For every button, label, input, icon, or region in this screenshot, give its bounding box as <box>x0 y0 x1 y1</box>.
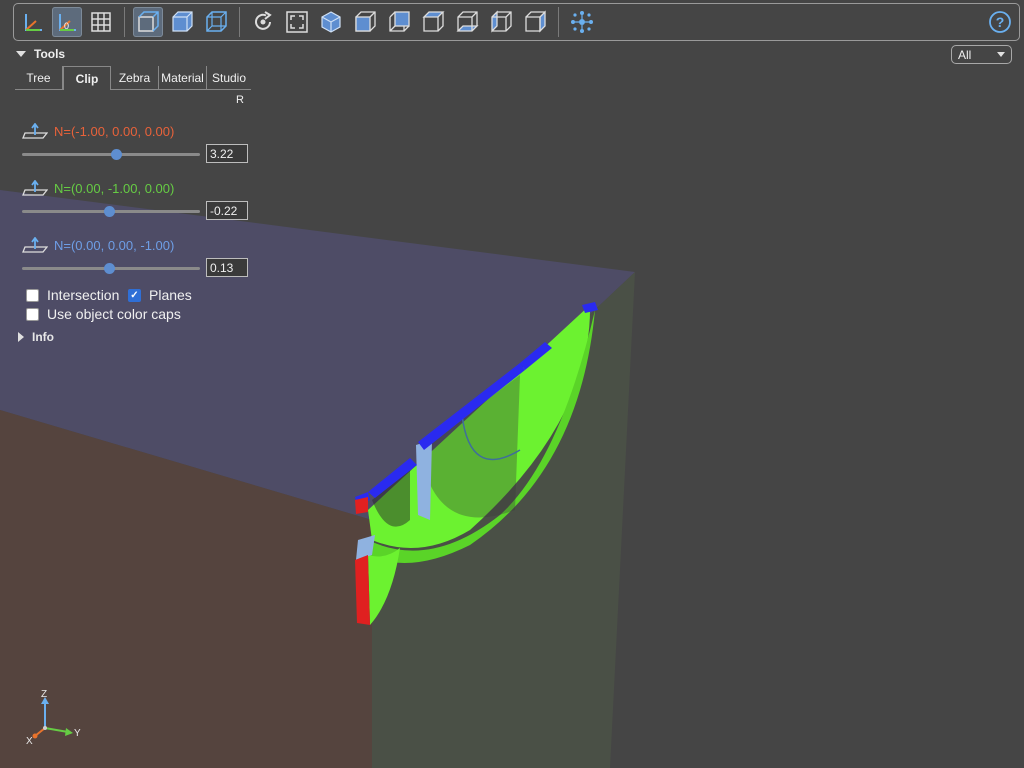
tools-title: Tools <box>34 47 66 61</box>
tab-material[interactable]: Material <box>159 66 207 90</box>
info-label: Info <box>32 330 54 344</box>
explode-button[interactable] <box>567 7 597 37</box>
object-color-caps-checkbox[interactable] <box>26 307 39 321</box>
reset-view-icon <box>255 11 272 30</box>
slider-thumb[interactable] <box>111 149 123 160</box>
right-view-button[interactable] <box>520 7 550 37</box>
tab-tree[interactable]: Tree <box>15 66 63 90</box>
clip-slider[interactable]: 0.13 <box>22 257 248 279</box>
object-color-caps-option: Use object color caps <box>26 306 181 322</box>
toolbar-separator <box>239 7 240 37</box>
expand-triangle-icon <box>18 332 24 342</box>
ortho-cube-icon <box>172 11 193 32</box>
axes-origin-button[interactable]: 0 <box>52 7 82 37</box>
reset-view-button[interactable] <box>248 7 278 37</box>
tab-clip[interactable]: Clip <box>63 66 111 90</box>
tools-tabs: Tree Clip Zebra Material Studio <box>15 66 251 90</box>
plane-normal-icon[interactable] <box>22 180 48 196</box>
axis-x-label: X <box>26 736 33 747</box>
tab-studio[interactable]: Studio <box>207 66 251 90</box>
clip-normal-label: N=(-1.00, 0.00, 0.00) <box>54 123 175 139</box>
tab-zebra[interactable]: Zebra <box>111 66 159 90</box>
filter-select-value: All <box>958 47 972 62</box>
clip-value-input[interactable]: 3.22 <box>206 144 248 163</box>
bottom-view-button[interactable] <box>452 7 482 37</box>
perspective-camera-icon <box>138 11 159 32</box>
axes-toggle-icon <box>25 14 42 31</box>
perspective-camera-button[interactable] <box>133 7 163 37</box>
left-view-button[interactable] <box>486 7 516 37</box>
grid-icon <box>91 12 111 32</box>
intersection-checkbox[interactable] <box>26 288 39 302</box>
tools-collapse-toggle[interactable]: Tools <box>16 46 65 62</box>
clip-plane-3: N=(0.00, 0.00, -1.00) 0.13 <box>22 237 248 279</box>
info-collapse-toggle[interactable]: Info <box>18 330 54 344</box>
filter-select[interactable]: All <box>951 45 1012 64</box>
viewport-scene[interactable] <box>0 0 1024 768</box>
collapse-triangle-icon <box>16 51 26 57</box>
top-view-button[interactable] <box>418 7 448 37</box>
clip-slider[interactable]: -0.22 <box>22 200 248 222</box>
plane-normal-icon[interactable] <box>22 237 48 253</box>
explode-icon <box>571 11 593 33</box>
clip-value-input[interactable]: -0.22 <box>206 201 248 220</box>
front-view-icon <box>355 11 376 32</box>
slider-thumb[interactable] <box>104 206 116 217</box>
top-view-icon <box>422 11 445 32</box>
planes-label: Planes <box>149 287 192 303</box>
inner-surface-1 <box>416 440 432 520</box>
checkmark-icon: ✓ <box>130 289 139 301</box>
rear-view-button[interactable] <box>384 7 414 37</box>
ortho-cube-button[interactable] <box>167 7 197 37</box>
chevron-down-icon <box>997 52 1005 57</box>
toolbar-separator <box>124 7 125 37</box>
planes-checkbox[interactable]: ✓ <box>128 288 141 302</box>
rear-view-icon <box>389 11 410 32</box>
axes-origin-icon: 0 <box>59 14 76 31</box>
slider-thumb[interactable] <box>104 263 116 274</box>
axes-gizmo: Z X Y <box>20 688 90 748</box>
left-view-icon <box>491 10 512 33</box>
toolbar: 0 ? <box>13 3 1020 41</box>
transparent-cube-button[interactable] <box>201 7 231 37</box>
red-cap-2 <box>355 555 370 625</box>
right-view-icon <box>525 10 546 33</box>
grid-button[interactable] <box>86 7 116 37</box>
axis-y-label: Y <box>74 728 81 739</box>
fit-view-icon <box>286 11 308 33</box>
help-label: ? <box>996 14 1005 30</box>
axes-toggle-button[interactable] <box>18 7 48 37</box>
fit-view-button[interactable] <box>282 7 312 37</box>
intersection-label: Intersection <box>47 287 120 303</box>
iso-view-icon <box>321 11 341 33</box>
tab-r-label[interactable]: R <box>236 94 244 106</box>
clip-slider[interactable]: 3.22 <box>22 143 248 165</box>
axis-z-label: Z <box>41 689 48 700</box>
iso-view-button[interactable] <box>316 7 346 37</box>
clip-normal-label: N=(0.00, -1.00, 0.00) <box>54 180 175 196</box>
plane-normal-icon[interactable] <box>22 123 48 139</box>
object-color-caps-label: Use object color caps <box>47 306 181 322</box>
front-view-button[interactable] <box>350 7 380 37</box>
axes-origin-label: 0 <box>64 21 69 31</box>
toolbar-separator <box>558 7 559 37</box>
transparent-cube-icon <box>206 11 227 32</box>
clip-normal-label: N=(0.00, 0.00, -1.00) <box>54 237 175 253</box>
clip-value-input[interactable]: 0.13 <box>206 258 248 277</box>
help-icon: ? <box>989 11 1011 33</box>
planes-option: ✓ Planes <box>128 287 192 303</box>
clip-plane-2: N=(0.00, -1.00, 0.00) -0.22 <box>22 180 248 222</box>
bottom-view-icon <box>456 11 479 32</box>
help-button[interactable]: ? <box>985 7 1015 37</box>
intersection-option: Intersection <box>26 287 119 303</box>
clip-plane-1: N=(-1.00, 0.00, 0.00) 3.22 <box>22 123 248 165</box>
